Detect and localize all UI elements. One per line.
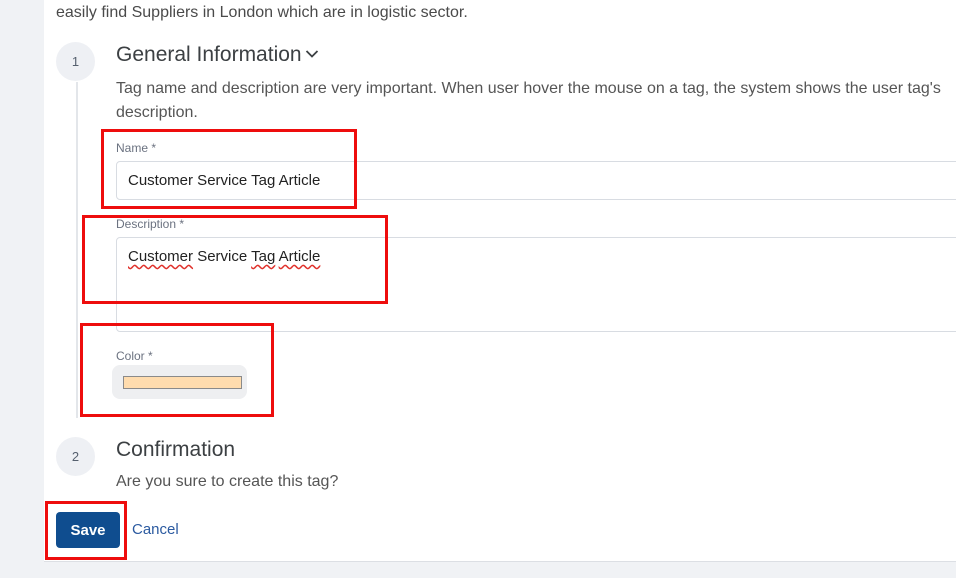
- name-label: Name *: [116, 141, 157, 155]
- color-label: Color *: [116, 349, 153, 363]
- step-2-description: Are you sure to create this tag?: [116, 473, 339, 490]
- chevron-down-icon[interactable]: [305, 41, 319, 65]
- step-1-description: Tag name and description are very import…: [116, 80, 941, 121]
- step-1-title: General Information: [116, 43, 302, 66]
- color-picker[interactable]: [112, 365, 247, 399]
- step-1-number: 1: [56, 42, 95, 81]
- step-2-number: 2: [56, 437, 95, 476]
- description-word: Service: [193, 248, 252, 265]
- cancel-link[interactable]: Cancel: [132, 521, 179, 538]
- description-word: Customer: [128, 248, 194, 265]
- description-textarea[interactable]: Customer Service Tag Article: [116, 237, 956, 332]
- step-2-title: Confirmation: [116, 438, 236, 461]
- save-button[interactable]: Save: [56, 512, 120, 548]
- color-swatch[interactable]: [123, 376, 242, 389]
- stepper-line: [76, 82, 78, 418]
- step-1-title-row[interactable]: General Information: [116, 43, 319, 67]
- name-input-value: Customer Service Tag Article: [128, 172, 321, 189]
- intro-text: easily find Suppliers in London which ar…: [56, 4, 468, 21]
- description-label: Description *: [116, 217, 185, 231]
- description-word: Tag: [251, 248, 276, 265]
- name-input[interactable]: Customer Service Tag Article: [116, 161, 956, 200]
- description-word: Article: [278, 248, 321, 265]
